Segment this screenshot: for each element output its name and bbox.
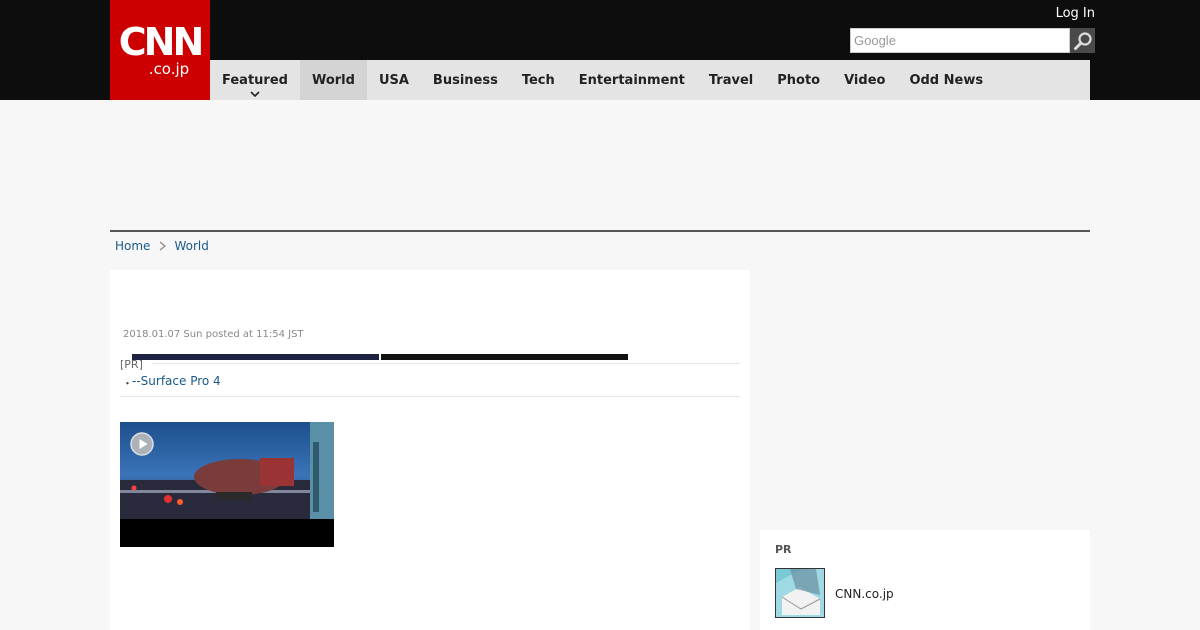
nav-label: Tech [521,72,555,88]
breadcrumb-world[interactable]: World [174,239,208,253]
search-icon [1073,31,1092,50]
nav-label: Travel [708,72,754,88]
nav-item-usa[interactable]: USA [367,60,421,100]
pr-link[interactable]: --Surface Pro 4 [132,374,221,388]
pr-divider [152,363,740,364]
nav-label: Video [844,72,886,88]
nav-item-entertainment[interactable]: Entertainment [567,60,697,100]
sidebar-pr-thumbnail[interactable] [775,568,825,618]
login-link[interactable]: Log In [1040,6,1095,21]
search-input[interactable] [850,28,1070,53]
nav-label: Photo [777,72,821,88]
sidebar-pr-card: PR CNN.co.jp [760,530,1090,630]
nav-label: Odd News [909,72,984,88]
video-player[interactable] [120,422,334,547]
nav-item-featured[interactable]: Featured [210,60,300,100]
nav-item-travel[interactable]: Travel [697,60,765,100]
play-icon[interactable] [130,432,154,456]
sidebar-ad-area [760,270,1090,520]
related-thumbnail[interactable] [132,354,379,360]
site-logo[interactable]: CNN .co.jp [110,0,210,100]
nav-label: Featured [222,72,288,88]
post-date: 2018.01.07 Sun posted at 11:54 JST [123,329,304,340]
article-card: 2018.01.07 Sun posted at 11:54 JST [PR] … [110,270,750,630]
related-thumbnail[interactable] [381,354,628,360]
pr-divider [120,396,740,397]
nav-item-world[interactable]: World [299,60,367,100]
section-divider [110,230,1090,232]
nav-item-video[interactable]: Video [832,60,897,100]
ad-banner-area [110,100,1090,230]
nav-item-tech[interactable]: Tech [510,60,567,100]
sidebar-pr-link[interactable]: CNN.co.jp [835,587,894,601]
newsletter-icon [776,569,824,617]
nav-label: Entertainment [578,72,685,88]
nav-item-photo[interactable]: Photo [765,60,832,100]
nav-label: Business [432,72,498,88]
nav-label: World [311,72,355,88]
nav-item-business[interactable]: Business [421,60,510,100]
breadcrumb-home[interactable]: Home [115,239,150,253]
sidebar-pr-label: PR [775,543,792,556]
nav-label: USA [378,72,409,88]
chevron-down-icon [250,91,260,97]
nav-item-odd-news[interactable]: Odd News [897,60,995,100]
breadcrumb: Home World [115,238,209,254]
logo-wordmark: CNN [118,20,204,64]
logo-domain: .co.jp [148,60,190,78]
chevron-right-icon [160,241,167,251]
main-nav: Featured World USA Business Tech Enterta… [210,60,1090,100]
search-button[interactable] [1070,28,1095,53]
